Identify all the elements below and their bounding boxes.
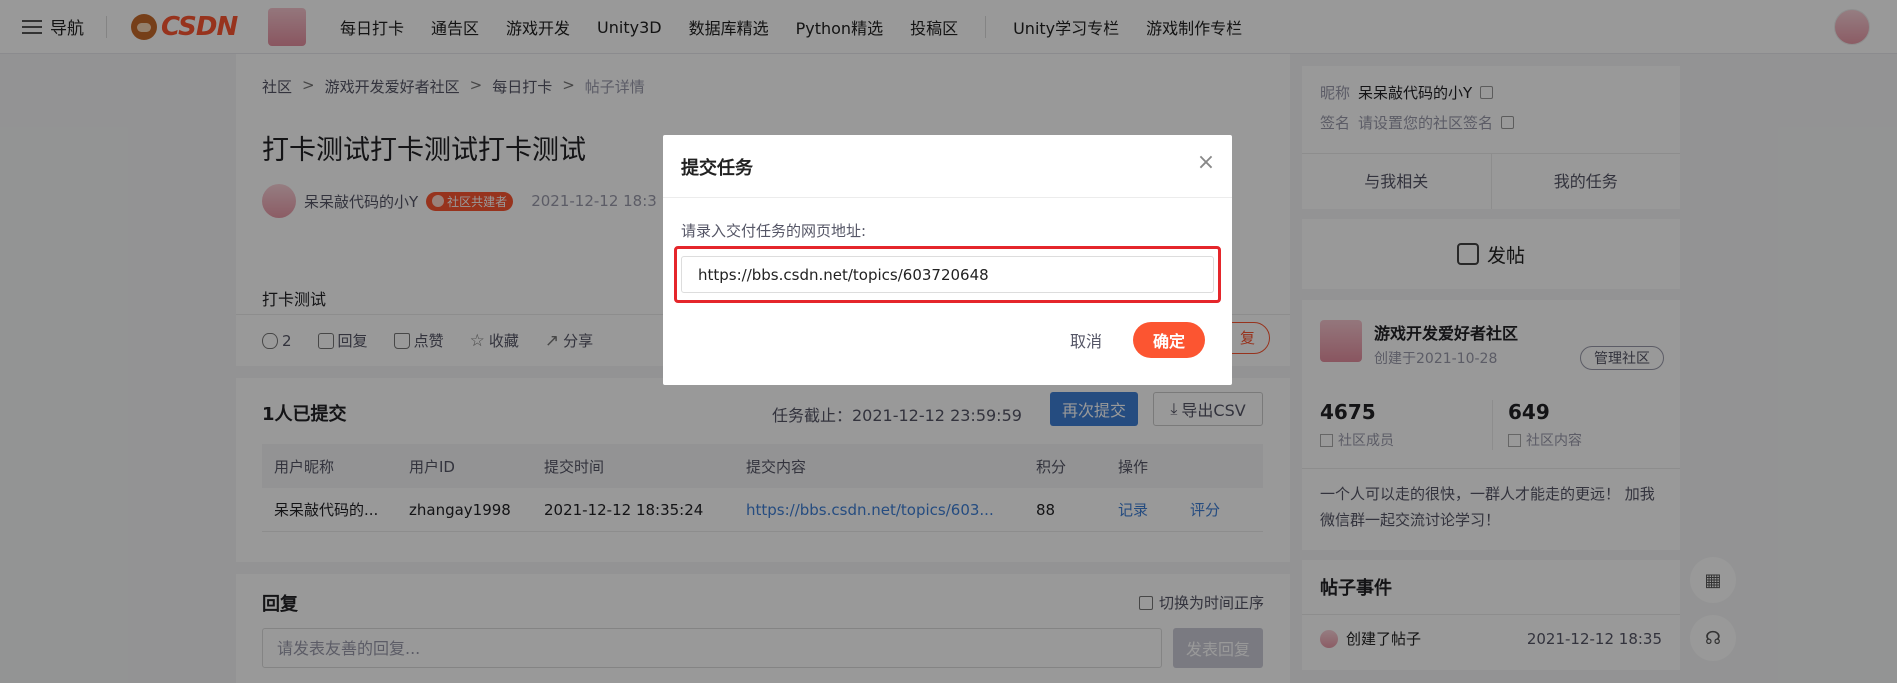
cancel-button[interactable]: 取消: [1056, 322, 1116, 358]
dialog-title: 提交任务: [681, 158, 753, 179]
confirm-button[interactable]: 确定: [1133, 322, 1205, 358]
url-field-label: 请录入交付任务的网页地址:: [681, 222, 867, 240]
close-icon[interactable]: ×: [1196, 152, 1216, 174]
task-url-input[interactable]: [681, 256, 1214, 293]
divider: [663, 197, 1232, 198]
submit-task-dialog: 提交任务 × 请录入交付任务的网页地址: 取消 确定: [663, 135, 1232, 385]
